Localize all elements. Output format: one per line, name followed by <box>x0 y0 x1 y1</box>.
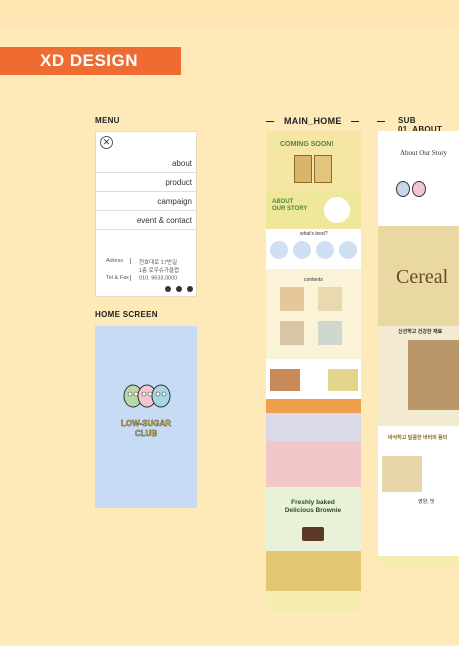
tel-label: Tel & Fax <box>106 275 129 282</box>
page-title: XD DESIGN <box>0 47 181 75</box>
address-row: Adress 천호대로 17번길 1층 로우슈가클럽 <box>106 258 181 274</box>
nutrition-heading: 영양, 맛 <box>418 499 435 505</box>
about-story-title: ABOUT OUR STORY <box>272 199 308 212</box>
sub-about-preview: About Our Story Cereal 신선하고 건강한 재료 바삭하고 … <box>378 131 459 568</box>
menu-item-product[interactable]: product <box>96 173 196 192</box>
footer-section <box>266 591 361 611</box>
contents-section: contents <box>266 269 361 359</box>
divider <box>266 121 274 122</box>
menu-item-about[interactable]: about <box>96 154 196 173</box>
grain-section <box>266 551 361 591</box>
brownie-title: Freshly baked Delicious Brownie <box>284 499 342 514</box>
tel-row: Tel & Fax 010. 9633.0000 <box>106 275 177 281</box>
address-value: 천호대로 17번길 1층 로우슈가클럽 <box>139 260 180 274</box>
butter-section: 바삭하고 달콤한 버터의 풍미 영양, 맛 <box>378 426 459 556</box>
top-band <box>0 0 459 28</box>
tel-value: 010. 9633.0000 <box>139 275 178 282</box>
ingredient-heading: 신선하고 건강한 재료 <box>398 329 443 335</box>
about-header: About Our Story <box>378 131 459 226</box>
banner-product <box>266 413 361 441</box>
youtube-icon[interactable] <box>187 286 193 292</box>
divider <box>351 121 359 122</box>
banner-orange <box>266 399 361 413</box>
menu-panel: ✕ about product campaign event & contact… <box>95 131 197 297</box>
facebook-icon[interactable] <box>176 286 182 292</box>
about-footer <box>378 556 459 568</box>
main-home-preview: COMING SOON! ABOUT OUR STORY what's best… <box>266 131 361 611</box>
menu-section-label: MENU <box>95 116 120 125</box>
instagram-icon[interactable] <box>165 286 171 292</box>
coming-soon-title: COMING SOON! <box>280 141 334 148</box>
main-home-section-label: MAIN_HOME <box>284 116 342 126</box>
butter-heading: 바삭하고 달콤한 버터의 풍미 <box>388 435 448 441</box>
cereal-title: Cereal <box>396 266 449 288</box>
contents-title: contents <box>304 277 323 283</box>
menu-item-campaign[interactable]: campaign <box>96 192 196 211</box>
mascot-logo-icon <box>123 384 171 408</box>
hero-section: COMING SOON! <box>266 131 361 191</box>
promo-section <box>266 441 361 487</box>
divider <box>377 121 385 122</box>
menu-item-event-contact[interactable]: event & contact <box>96 211 196 230</box>
feature-section <box>266 359 361 399</box>
cereal-section: Cereal <box>378 226 459 326</box>
home-screen-preview: LOW-SUGAR CLUB <box>95 326 197 508</box>
logo-text: LOW-SUGAR CLUB <box>120 419 172 438</box>
home-screen-section-label: HOME SCREEN <box>95 310 158 319</box>
brownie-section: Freshly baked Delicious Brownie <box>266 487 361 551</box>
ingredient-section: 신선하고 건강한 재료 <box>378 326 459 426</box>
about-title: About Our Story <box>400 149 448 157</box>
whats-best-section: what's best? <box>266 229 361 269</box>
close-icon[interactable]: ✕ <box>100 136 113 149</box>
about-story-section: ABOUT OUR STORY <box>266 191 361 229</box>
address-label: Adress <box>106 258 124 265</box>
whats-best-title: what's best? <box>300 231 328 237</box>
